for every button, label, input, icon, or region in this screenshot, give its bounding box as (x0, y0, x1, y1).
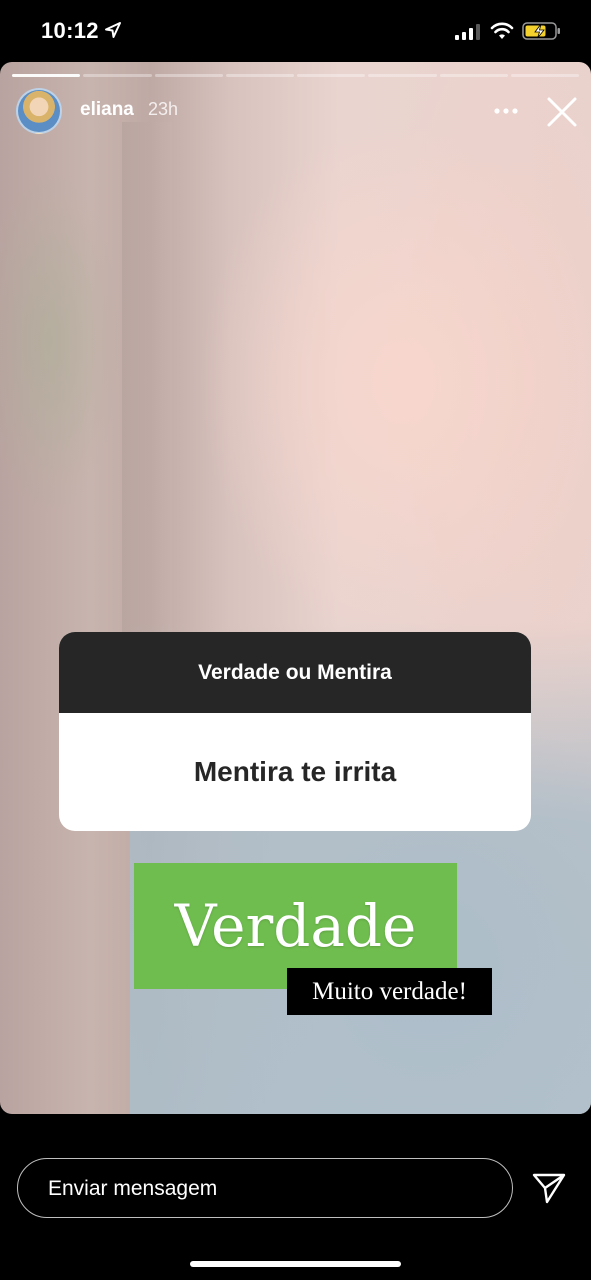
answer-caption: Muito verdade! (287, 968, 492, 1015)
progress-segment (368, 74, 437, 77)
background-tree (122, 122, 172, 682)
progress-segment (297, 74, 366, 77)
progress-segment (83, 74, 152, 77)
story-view[interactable]: eliana 23h Verdade ou Mentira Mentira te… (0, 62, 591, 1114)
message-input[interactable]: Enviar mensagem (17, 1158, 513, 1218)
background-foliage (0, 172, 120, 532)
username[interactable]: eliana (80, 99, 134, 121)
question-sticker-text: Mentira te irrita (193, 756, 397, 787)
story-progress-bar (12, 74, 579, 77)
send-icon[interactable] (532, 1172, 566, 1204)
message-input-placeholder: Enviar mensagem (48, 1177, 218, 1200)
progress-segment (510, 74, 579, 77)
signal-icon (455, 24, 480, 40)
status-time: 10:12 (41, 18, 99, 43)
question-sticker[interactable]: Verdade ou Mentira Mentira te irrita (59, 632, 531, 831)
location-arrow-icon (105, 22, 121, 38)
battery-charging-icon (522, 22, 560, 40)
status-bar: 10:12 (0, 0, 591, 62)
progress-segment (154, 74, 223, 77)
avatar[interactable] (16, 88, 62, 134)
progress-segment (439, 74, 508, 77)
question-sticker-title: Verdade ou Mentira (59, 632, 531, 713)
close-icon[interactable] (546, 96, 578, 128)
more-icon[interactable] (493, 100, 519, 122)
progress-segment (12, 74, 81, 77)
progress-segment (225, 74, 294, 77)
wifi-icon (490, 22, 514, 39)
home-indicator[interactable] (190, 1261, 401, 1267)
story-age: 23h (148, 99, 179, 119)
